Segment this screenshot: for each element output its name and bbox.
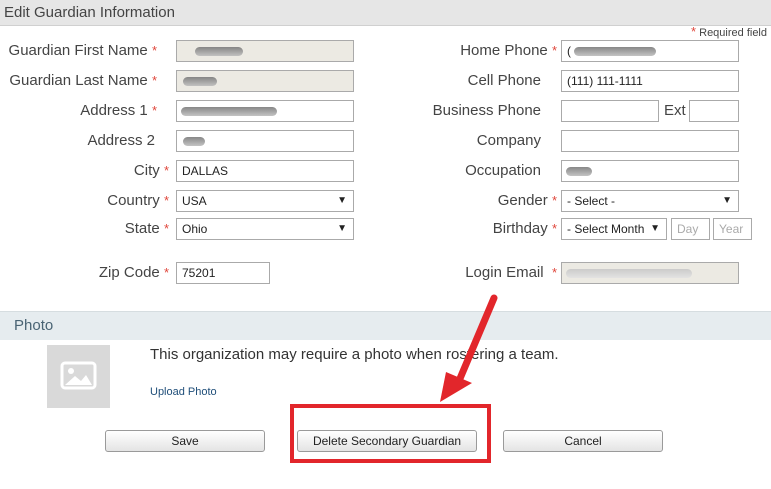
country-label: Country * bbox=[107, 192, 169, 209]
required-field-note: * Required field bbox=[691, 24, 767, 39]
cell-phone-field[interactable]: (111) 111-1111 bbox=[561, 70, 739, 92]
redacted-mask bbox=[183, 137, 205, 146]
business-phone-field[interactable] bbox=[561, 100, 659, 122]
home-phone-label: Home Phone * bbox=[460, 42, 557, 59]
photo-section-title: Photo bbox=[14, 317, 54, 334]
login-email-label: Login Email * bbox=[465, 264, 557, 281]
ext-label: Ext bbox=[664, 102, 686, 119]
ext-field[interactable] bbox=[689, 100, 739, 122]
birthday-month-select[interactable]: - Select Month ▼ bbox=[561, 218, 667, 240]
home-phone-field[interactable]: ( bbox=[561, 40, 739, 62]
state-label: State * bbox=[124, 220, 169, 237]
redacted-mask bbox=[181, 107, 277, 116]
dropdown-arrow-icon: ▼ bbox=[337, 195, 347, 206]
cell-phone-label: Cell Phone bbox=[467, 72, 541, 89]
redacted-mask bbox=[195, 47, 243, 56]
company-label: Company bbox=[476, 132, 541, 149]
section-title: Edit Guardian Information bbox=[4, 4, 175, 21]
gender-label: Gender * bbox=[497, 192, 557, 209]
last-name-label: Guardian Last Name * bbox=[9, 72, 157, 89]
address2-field[interactable] bbox=[176, 130, 354, 152]
first-name-field[interactable] bbox=[176, 40, 354, 62]
birthday-day-field[interactable]: Day bbox=[671, 218, 710, 240]
dropdown-arrow-icon: ▼ bbox=[650, 223, 660, 234]
business-phone-label: Business Phone bbox=[432, 102, 541, 119]
upload-photo-link[interactable]: Upload Photo bbox=[150, 386, 217, 398]
save-button[interactable]: Save bbox=[105, 430, 265, 452]
login-email-field[interactable] bbox=[561, 262, 739, 284]
redacted-mask bbox=[574, 47, 656, 56]
city-label: City * bbox=[133, 162, 169, 179]
photo-section-header bbox=[0, 311, 771, 340]
redacted-mask bbox=[566, 269, 692, 278]
state-select[interactable]: Ohio ▼ bbox=[176, 218, 354, 240]
redacted-mask bbox=[183, 77, 217, 86]
photo-placeholder bbox=[47, 345, 110, 408]
gender-select[interactable]: - Select - ▼ bbox=[561, 190, 739, 212]
cancel-button[interactable]: Cancel bbox=[503, 430, 663, 452]
birthday-label: Birthday * bbox=[492, 220, 557, 237]
address1-label: Address 1 * bbox=[80, 102, 157, 119]
occupation-field[interactable] bbox=[561, 160, 739, 182]
address2-label: Address 2 bbox=[87, 132, 155, 149]
city-field[interactable]: DALLAS bbox=[176, 160, 354, 182]
zip-code-field[interactable]: 75201 bbox=[176, 262, 270, 284]
redacted-mask bbox=[566, 167, 592, 176]
address1-field[interactable] bbox=[176, 100, 354, 122]
country-select[interactable]: USA ▼ bbox=[176, 190, 354, 212]
annotation-arrow-icon bbox=[440, 294, 498, 402]
image-placeholder-icon bbox=[60, 361, 97, 390]
last-name-field[interactable] bbox=[176, 70, 354, 92]
zip-code-label: Zip Code * bbox=[98, 264, 169, 281]
company-field[interactable] bbox=[561, 130, 739, 152]
occupation-label: Occupation bbox=[465, 162, 541, 179]
first-name-label: Guardian First Name * bbox=[8, 42, 157, 59]
birthday-year-field[interactable]: Year bbox=[713, 218, 752, 240]
dropdown-arrow-icon: ▼ bbox=[337, 223, 347, 234]
dropdown-arrow-icon: ▼ bbox=[722, 195, 732, 206]
